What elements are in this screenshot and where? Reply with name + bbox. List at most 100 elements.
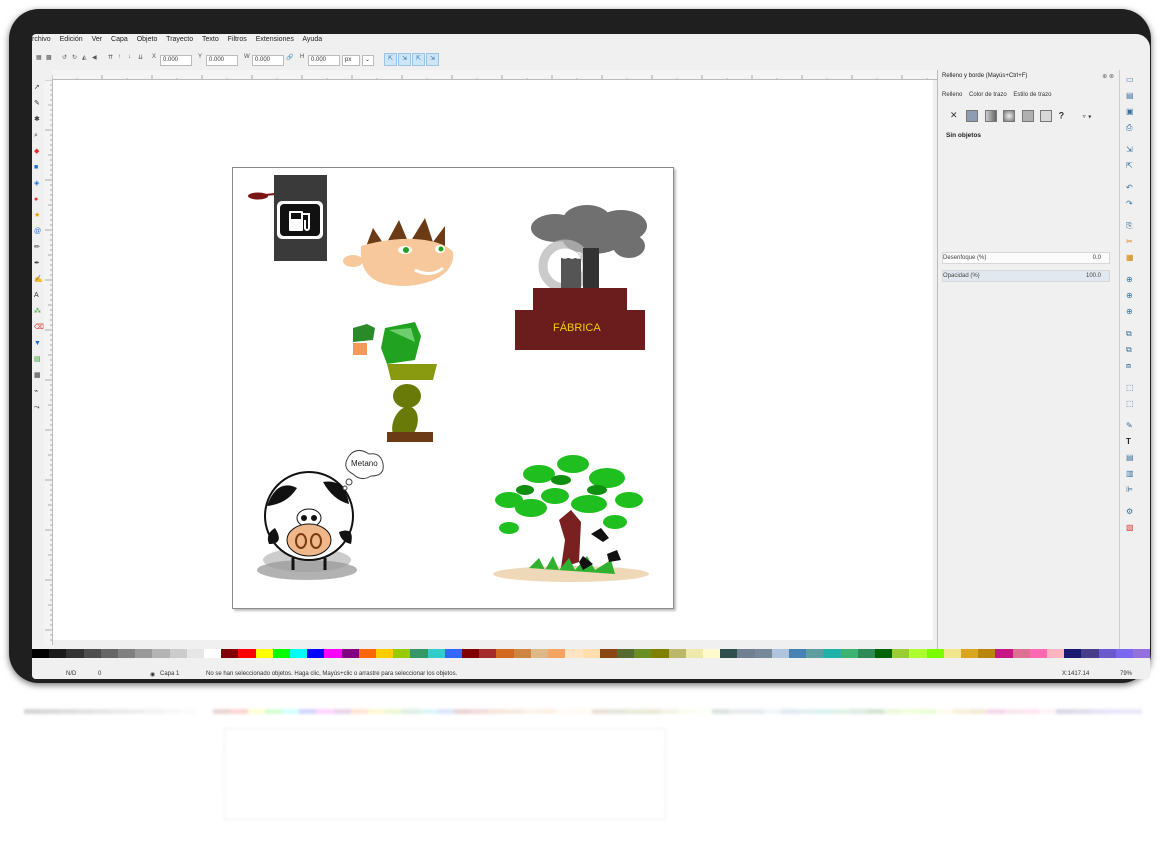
palette-swatch[interactable] [513,649,531,658]
palette-swatch[interactable] [376,649,394,658]
mesh-tool-icon[interactable]: ▦ [34,372,41,379]
menu-archivo[interactable]: rchivo [32,36,51,43]
transform-stroke-icon[interactable]: ⇱ [384,53,397,66]
color-palette[interactable] [32,649,1150,658]
radial-gradient-icon[interactable] [1003,110,1016,122]
palette-swatch[interactable] [892,649,910,658]
palette-swatch[interactable] [909,649,927,658]
ungroup-icon[interactable]: ⬚ [1126,400,1134,408]
redo-icon[interactable]: ↷ [1126,200,1134,208]
fuel-pump-graphic[interactable] [241,174,331,264]
palette-swatch[interactable] [479,649,497,658]
measure-tool-icon[interactable]: ◆ [34,148,41,155]
palette-swatch[interactable] [341,649,359,658]
palette-swatch[interactable] [238,649,256,658]
raise-to-top-icon[interactable]: ⇈ [108,54,113,61]
drawing-canvas[interactable]: CO2 FÁBRICA Metano [53,80,954,640]
palette-swatch[interactable] [1098,649,1116,658]
palette-swatch[interactable] [720,649,738,658]
preferences-icon[interactable]: ⚙ [1126,508,1134,516]
menu-extensiones[interactable]: Extensiones [256,36,294,43]
box3d-tool-icon[interactable]: ◈ [34,180,41,187]
palette-swatch[interactable] [960,649,979,658]
palette-swatch[interactable] [1115,649,1133,658]
clone-icon[interactable]: ⧉ [1126,346,1134,354]
palette-swatch[interactable] [358,649,377,658]
cut-icon[interactable]: ✂ [1126,238,1134,246]
y-field[interactable]: 0.000 [206,55,238,66]
palette-swatch[interactable] [530,649,549,658]
duplicate-icon[interactable]: ⧉ [1126,330,1134,338]
palette-swatch[interactable] [926,649,944,658]
palette-swatch[interactable] [857,649,875,658]
palette-swatch[interactable] [788,649,807,658]
palette-swatch[interactable] [754,649,772,658]
palette-swatch[interactable] [152,649,170,658]
align-distribute-icon[interactable]: ⊫ [1126,486,1134,494]
fill-stroke-icon[interactable]: ✎ [1126,422,1134,430]
palette-swatch[interactable] [1064,649,1082,658]
palette-swatch[interactable] [1012,649,1030,658]
palette-swatch[interactable] [307,649,325,658]
import-icon[interactable]: ⇲ [1126,146,1134,154]
palette-swatch[interactable] [66,649,84,658]
palette-swatch[interactable] [978,649,996,658]
lower-to-bottom-icon[interactable]: ⇊ [138,54,143,61]
rotate-cw-icon[interactable]: ↻ [72,54,77,61]
zoom-field[interactable]: 79% [1120,671,1132,677]
ellipse-tool-icon[interactable]: ● [34,196,41,203]
palette-swatch[interactable] [771,649,789,658]
pattern-icon[interactable] [1040,110,1053,122]
palette-swatch[interactable] [393,649,411,658]
zoom-drawing-icon[interactable]: ⊕ [1126,292,1134,300]
raise-icon[interactable]: ↑ [118,54,121,60]
dropper-tool-icon[interactable]: ⌁ [34,388,41,395]
factory-graphic[interactable] [509,198,669,358]
palette-swatch[interactable] [616,649,635,658]
menu-ayuda[interactable]: Ayuda [302,36,322,43]
layer-select[interactable]: Capa 1 [160,671,179,677]
unset-paint-icon[interactable]: ? [1059,110,1065,120]
gradient-tool-icon[interactable]: ▤ [34,356,41,363]
palette-swatch[interactable] [1029,649,1047,658]
opacity-value[interactable]: 100.0 [1086,271,1101,281]
select-all-icon[interactable]: ▦ [36,54,42,61]
palette-swatch[interactable] [118,649,136,658]
unit-dropdown-chevron-icon[interactable]: ⌄ [362,55,374,66]
palette-swatch[interactable] [100,649,119,658]
palette-swatch[interactable] [634,649,652,658]
palette-swatch[interactable] [1046,649,1065,658]
unit-select[interactable]: px [342,55,360,66]
opacity-spin[interactable]: 0 [98,671,101,677]
palette-swatch[interactable] [1133,649,1150,658]
palette-swatch[interactable] [32,649,50,658]
flat-color-icon[interactable] [966,110,979,122]
menu-objeto[interactable]: Objeto [137,36,158,43]
palette-swatch[interactable] [823,649,841,658]
palette-swatch[interactable] [702,649,721,658]
node-tool-icon[interactable]: ✎ [34,100,41,107]
palette-swatch[interactable] [582,649,600,658]
w-field[interactable]: 0.000 [252,55,284,66]
palette-swatch[interactable] [427,649,445,658]
menu-filtros[interactable]: Filtros [228,36,247,43]
export-icon[interactable]: ⇱ [1126,162,1134,170]
palette-swatch[interactable] [496,649,514,658]
palette-swatch[interactable] [255,649,273,658]
palette-swatch[interactable] [995,649,1013,658]
palette-swatch[interactable] [668,649,686,658]
connector-tool-icon[interactable]: ⤳ [34,404,41,411]
select-all-layers-icon[interactable]: ▩ [46,54,52,61]
opacity-row[interactable]: Opacidad (%) 100.0 [942,270,1110,282]
copy-icon[interactable]: ⎘ [1126,222,1134,230]
unlink-clone-icon[interactable]: ⧈ [1126,362,1134,370]
star-tool-icon[interactable]: ★ [34,212,41,219]
palette-swatch[interactable] [221,649,239,658]
zoom-page-icon[interactable]: ⊕ [1126,308,1134,316]
palette-swatch[interactable] [272,649,291,658]
tab-stroke-paint[interactable]: Color de trazo [969,92,1007,98]
menu-texto[interactable]: Texto [202,36,219,43]
text-tool-icon[interactable]: A [34,292,41,299]
palette-swatch[interactable] [169,649,187,658]
palette-swatch[interactable] [49,649,67,658]
